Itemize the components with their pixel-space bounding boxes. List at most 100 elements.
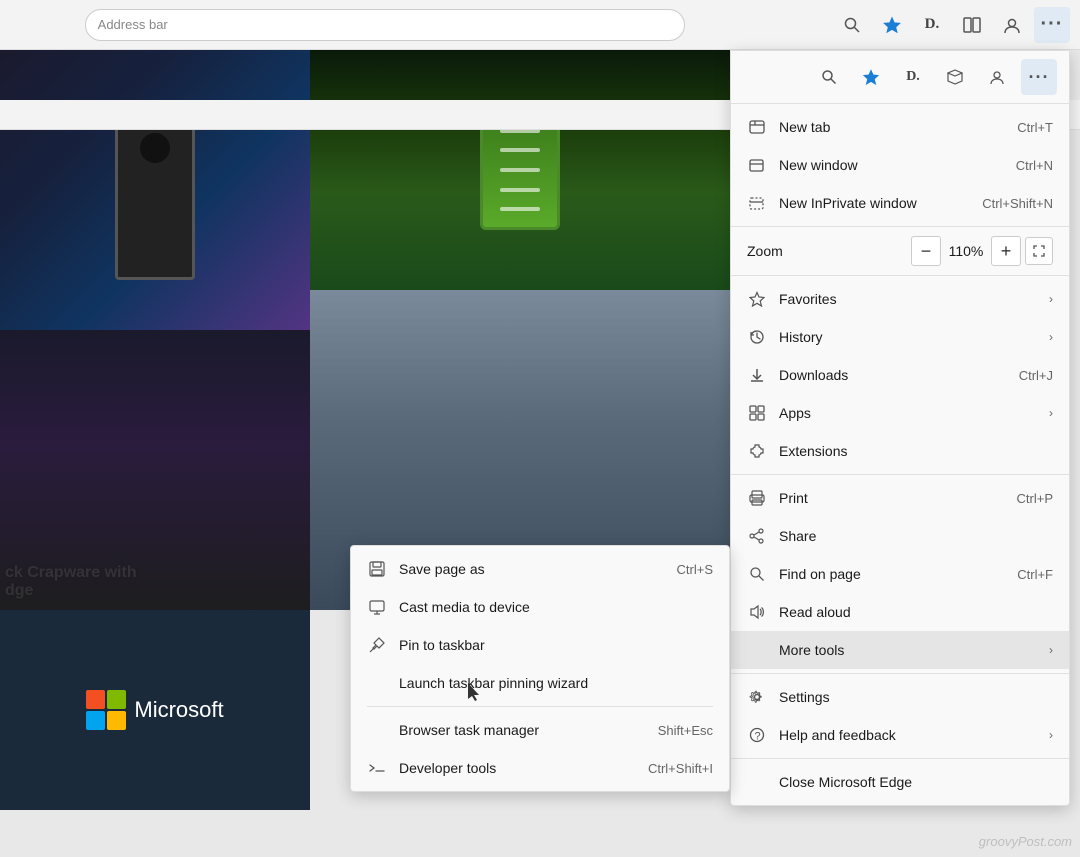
- menu-item-extensions[interactable]: Extensions: [731, 432, 1069, 470]
- favorites-arrow: ›: [1049, 292, 1053, 306]
- zoom-increase-btn[interactable]: +: [991, 236, 1021, 266]
- menu-items-list: New tab Ctrl+T New window Ctrl+N New InP…: [731, 104, 1069, 805]
- inprivate-label: New InPrivate window: [779, 195, 982, 211]
- zoom-row: Zoom − 110% +: [731, 231, 1069, 271]
- read-aloud-label: Read aloud: [779, 604, 1053, 620]
- submenu-item-task-manager[interactable]: Browser task manager Shift+Esc: [351, 711, 729, 749]
- extensions-icon: [747, 441, 767, 461]
- menu-item-settings[interactable]: Settings: [731, 678, 1069, 716]
- print-shortcut: Ctrl+P: [1017, 491, 1053, 506]
- favorites-label: Favorites: [779, 291, 1041, 307]
- downloads-icon: [747, 365, 767, 385]
- task-manager-shortcut: Shift+Esc: [658, 723, 713, 738]
- menu-item-more-tools[interactable]: More tools ›: [731, 631, 1069, 669]
- history-icon: [747, 327, 767, 347]
- article-image-1: [0, 50, 310, 330]
- zoom-decrease-btn[interactable]: −: [911, 236, 941, 266]
- menu-search-btn[interactable]: [811, 59, 847, 95]
- submenu-item-pin-taskbar[interactable]: Pin to taskbar: [351, 626, 729, 664]
- help-arrow: ›: [1049, 728, 1053, 742]
- zoom-label: Zoom: [747, 243, 911, 259]
- menu-collections-btn[interactable]: D.: [895, 59, 931, 95]
- find-icon: [747, 564, 767, 584]
- menu-item-apps[interactable]: Apps ›: [731, 394, 1069, 432]
- menu-reading-btn[interactable]: [937, 59, 973, 95]
- svg-text:?: ?: [755, 731, 761, 743]
- search-icon-btn[interactable]: [834, 7, 870, 43]
- menu-item-inprivate[interactable]: New InPrivate window Ctrl+Shift+N: [731, 184, 1069, 222]
- history-label: History: [779, 329, 1041, 345]
- profile-btn[interactable]: [994, 7, 1030, 43]
- divider-1: [731, 226, 1069, 227]
- main-menu: D. ··· New tab Ctrl+T New window Ctrl+N: [730, 50, 1070, 806]
- inprivate-shortcut: Ctrl+Shift+N: [982, 196, 1053, 211]
- apps-label: Apps: [779, 405, 1041, 421]
- more-menu-btn[interactable]: ···: [1034, 7, 1070, 43]
- settings-label: Settings: [779, 689, 1053, 705]
- new-tab-icon: [747, 117, 767, 137]
- menu-favorites-btn[interactable]: [853, 59, 889, 95]
- read-aloud-icon: [747, 602, 767, 622]
- menu-item-share[interactable]: Share: [731, 517, 1069, 555]
- submenu-item-devtools[interactable]: Developer tools Ctrl+Shift+I: [351, 749, 729, 787]
- downloads-shortcut: Ctrl+J: [1019, 368, 1053, 383]
- favorites-star-btn[interactable]: [874, 7, 910, 43]
- apps-arrow: ›: [1049, 406, 1053, 420]
- watermark: groovyPost.com: [979, 834, 1072, 849]
- wizard-label: Launch taskbar pinning wizard: [399, 675, 713, 691]
- menu-item-downloads[interactable]: Downloads Ctrl+J: [731, 356, 1069, 394]
- article-image-3: ck Crapware withdge: [0, 330, 310, 610]
- article-image-5: Microsoft: [0, 610, 310, 810]
- collections-btn[interactable]: D.: [914, 7, 950, 43]
- favorites-icon: [747, 289, 767, 309]
- divider-3: [731, 474, 1069, 475]
- new-window-icon: [747, 155, 767, 175]
- new-tab-shortcut: Ctrl+T: [1017, 120, 1053, 135]
- menu-item-history[interactable]: History ›: [731, 318, 1069, 356]
- save-page-icon: [367, 559, 387, 579]
- devtools-label: Developer tools: [399, 760, 648, 776]
- more-tools-label: More tools: [779, 642, 1041, 658]
- menu-item-read-aloud[interactable]: Read aloud: [731, 593, 1069, 631]
- zoom-value: 110%: [941, 243, 991, 259]
- cast-icon: [367, 597, 387, 617]
- menu-more-btn[interactable]: ···: [1021, 59, 1057, 95]
- help-icon: ?: [747, 725, 767, 745]
- find-shortcut: Ctrl+F: [1017, 567, 1053, 582]
- print-label: Print: [779, 490, 1017, 506]
- menu-item-help[interactable]: ? Help and feedback ›: [731, 716, 1069, 754]
- help-label: Help and feedback: [779, 727, 1041, 743]
- menu-item-favorites[interactable]: Favorites ›: [731, 280, 1069, 318]
- task-manager-label: Browser task manager: [399, 722, 658, 738]
- inprivate-icon: [747, 193, 767, 213]
- print-icon: [747, 488, 767, 508]
- menu-profile-btn[interactable]: [979, 59, 1015, 95]
- more-tools-submenu: Save page as Ctrl+S Cast media to device…: [350, 545, 730, 792]
- devtools-shortcut: Ctrl+Shift+I: [648, 761, 713, 776]
- submenu-item-save-page[interactable]: Save page as Ctrl+S: [351, 550, 729, 588]
- pin-taskbar-icon: [367, 635, 387, 655]
- share-icon: [747, 526, 767, 546]
- menu-item-new-tab[interactable]: New tab Ctrl+T: [731, 108, 1069, 146]
- new-window-shortcut: Ctrl+N: [1016, 158, 1053, 173]
- submenu-divider: [367, 706, 713, 707]
- new-window-label: New window: [779, 157, 1016, 173]
- submenu-item-wizard[interactable]: Launch taskbar pinning wizard: [351, 664, 729, 702]
- menu-item-new-window[interactable]: New window Ctrl+N: [731, 146, 1069, 184]
- divider-2: [731, 275, 1069, 276]
- divider-5: [731, 758, 1069, 759]
- menu-item-find[interactable]: Find on page Ctrl+F: [731, 555, 1069, 593]
- zoom-fullscreen-btn[interactable]: [1025, 237, 1053, 265]
- address-input[interactable]: Address bar: [85, 9, 685, 41]
- menu-item-print[interactable]: Print Ctrl+P: [731, 479, 1069, 517]
- share-label: Share: [779, 528, 1053, 544]
- devtools-icon: [367, 758, 387, 778]
- article-image-2: [310, 50, 730, 290]
- pin-taskbar-label: Pin to taskbar: [399, 637, 713, 653]
- save-page-label: Save page as: [399, 561, 677, 577]
- menu-item-close-edge[interactable]: Close Microsoft Edge: [731, 763, 1069, 801]
- menu-toolbar-icons: D. ···: [731, 51, 1069, 104]
- submenu-item-cast[interactable]: Cast media to device: [351, 588, 729, 626]
- split-screen-btn[interactable]: [954, 7, 990, 43]
- apps-icon: [747, 403, 767, 423]
